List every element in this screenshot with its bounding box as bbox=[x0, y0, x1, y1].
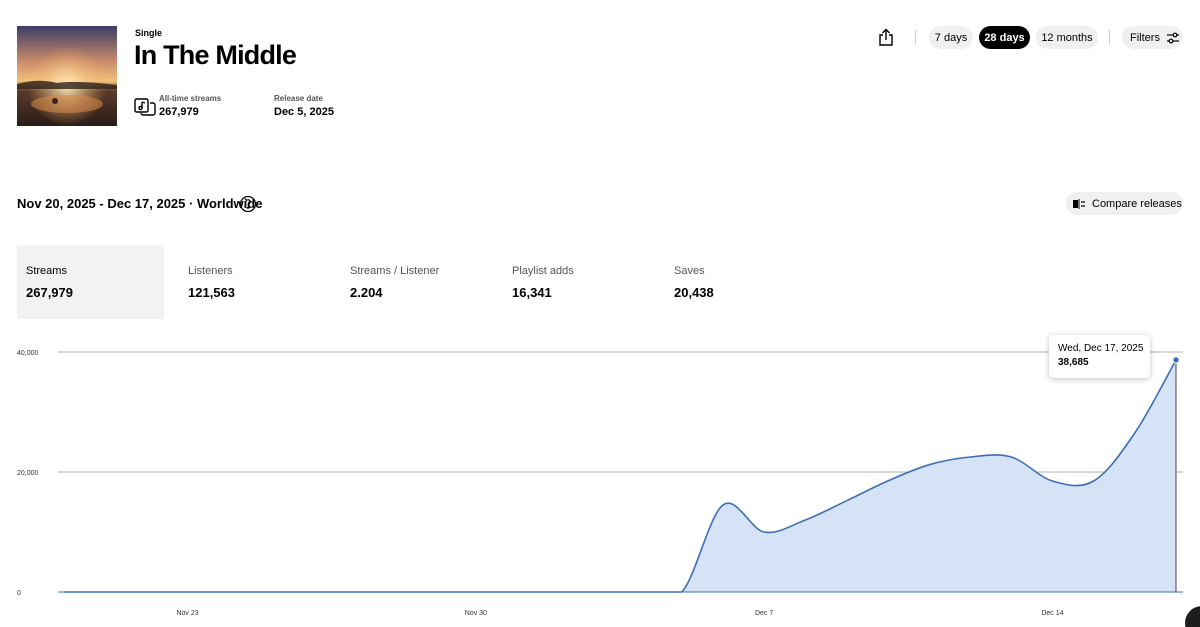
metric-value: 20,438 bbox=[674, 285, 714, 300]
cover-art bbox=[17, 26, 117, 126]
x-tick-label: Nov 23 bbox=[176, 610, 198, 617]
tooltip-value: 38,685 bbox=[1058, 357, 1089, 368]
all-time-streams: All-time streams 267,979 bbox=[159, 94, 221, 118]
metric-tab-listeners[interactable]: Listeners 121,563 bbox=[179, 245, 326, 319]
all-time-streams-value: 267,979 bbox=[159, 106, 199, 118]
period-28-days-button[interactable]: 28 days bbox=[979, 26, 1030, 49]
metric-tab-streams-per-listener[interactable]: Streams / Listener 2.204 bbox=[341, 245, 488, 319]
release-date: Release date Dec 5, 2025 bbox=[274, 94, 334, 118]
period-12-months-button[interactable]: 12 months bbox=[1036, 26, 1098, 49]
release-date-value: Dec 5, 2025 bbox=[274, 106, 334, 118]
metric-label: Saves bbox=[674, 265, 705, 277]
toolbar-divider bbox=[1109, 30, 1110, 45]
x-tick-label: Dec 7 bbox=[755, 610, 773, 617]
chart-tooltip: Wed, Dec 17, 2025 38,685 bbox=[1049, 335, 1150, 378]
sliders-icon bbox=[1166, 32, 1179, 43]
toolbar-divider bbox=[915, 30, 916, 45]
metric-label: Streams bbox=[26, 265, 67, 277]
compare-releases-label: Compare releases bbox=[1092, 197, 1182, 210]
metric-value: 267,979 bbox=[26, 285, 73, 300]
tooltip-date: Wed, Dec 17, 2025 bbox=[1058, 343, 1144, 354]
filters-button[interactable]: Filters bbox=[1122, 26, 1183, 49]
streams-icon bbox=[134, 97, 156, 122]
period-7-days-button[interactable]: 7 days bbox=[929, 26, 973, 49]
all-time-streams-label: All-time streams bbox=[159, 94, 222, 103]
compare-icon bbox=[1073, 198, 1085, 209]
streams-area-chart[interactable]: 0 20,000 40,000 Nov 23 Nov 30 Dec 7 Dec 14 bbox=[0, 330, 1200, 627]
metric-tab-streams[interactable]: Streams 267,979 bbox=[17, 245, 164, 319]
y-tick-label: 20,000 bbox=[17, 470, 39, 477]
release-title: In The Middle bbox=[134, 40, 297, 70]
x-tick-label: Nov 30 bbox=[465, 610, 487, 617]
x-tick-label: Dec 14 bbox=[1041, 610, 1063, 617]
metric-value: 121,563 bbox=[188, 285, 235, 300]
metric-label: Streams / Listener bbox=[350, 265, 440, 277]
release-date-label: Release date bbox=[274, 94, 323, 103]
filters-label: Filters bbox=[1130, 31, 1160, 44]
streams-area-fill bbox=[64, 359, 1176, 592]
metric-value: 16,341 bbox=[512, 285, 552, 300]
compare-releases-button[interactable]: Compare releases bbox=[1066, 192, 1183, 215]
share-icon[interactable] bbox=[877, 28, 895, 52]
metric-tab-playlist-adds[interactable]: Playlist adds 16,341 bbox=[503, 245, 650, 319]
y-tick-label: 40,000 bbox=[17, 350, 39, 357]
hover-data-point bbox=[1172, 356, 1180, 364]
metric-value: 2.204 bbox=[350, 285, 383, 300]
help-icon[interactable] bbox=[239, 195, 257, 218]
metric-label: Playlist adds bbox=[512, 265, 574, 277]
date-range-heading: Nov 20, 2025 - Dec 17, 2025 · Worldwide bbox=[17, 196, 263, 211]
metric-tab-saves[interactable]: Saves 20,438 bbox=[665, 245, 812, 319]
release-type-label: Single bbox=[135, 28, 163, 38]
metric-label: Listeners bbox=[188, 265, 233, 277]
y-tick-label: 0 bbox=[17, 590, 21, 597]
